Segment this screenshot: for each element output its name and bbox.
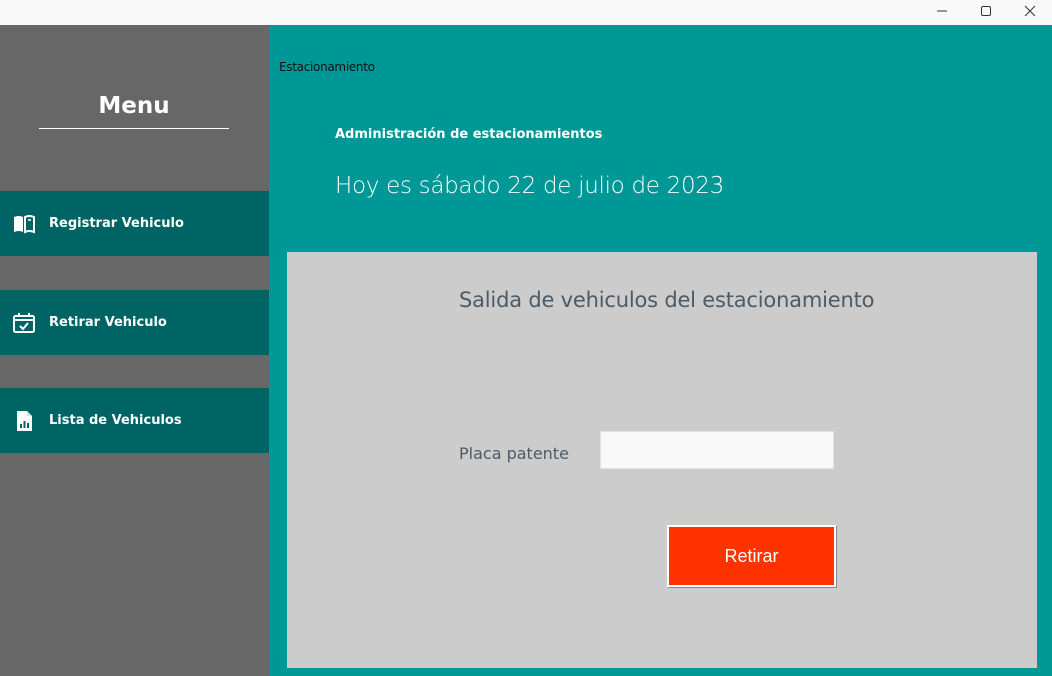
maximize-icon[interactable] [964, 0, 1008, 22]
sidebar-item-retirar-vehiculo[interactable]: Retirar Vehiculo [0, 290, 269, 355]
calendar-check-icon [12, 311, 36, 335]
sidebar-item-label: Retirar Vehiculo [49, 315, 167, 330]
menu-title: Menu [98, 93, 170, 119]
sidebar: Menu Registrar Vehiculo Retirar Vehiculo [0, 25, 269, 676]
book-icon [12, 212, 36, 236]
close-icon[interactable] [1008, 0, 1052, 22]
retirar-button[interactable]: Retirar [667, 525, 836, 587]
sidebar-item-registrar-vehiculo[interactable]: Registrar Vehiculo [0, 191, 269, 256]
breadcrumb: Estacionamiento [279, 60, 375, 74]
title-bar [0, 0, 1052, 25]
main-content: Estacionamiento Administración de estaci… [269, 25, 1052, 676]
sidebar-item-label: Lista de Vehiculos [49, 413, 182, 428]
page-heading: Administración de estacionamientos [335, 127, 603, 142]
sidebar-item-label: Registrar Vehiculo [49, 216, 184, 231]
date-text: Hoy es sábado 22 de julio de 2023 [335, 173, 724, 199]
plate-label: Placa patente [459, 444, 569, 463]
report-document-icon [12, 409, 36, 433]
menu-divider [39, 128, 229, 129]
plate-input[interactable] [600, 431, 834, 469]
vehicle-exit-panel: Salida de vehiculos del estacionamiento … [287, 252, 1037, 668]
sidebar-item-lista-de-vehiculos[interactable]: Lista de Vehiculos [0, 388, 269, 453]
minimize-icon[interactable] [920, 0, 964, 22]
panel-title: Salida de vehiculos del estacionamiento [459, 288, 875, 312]
